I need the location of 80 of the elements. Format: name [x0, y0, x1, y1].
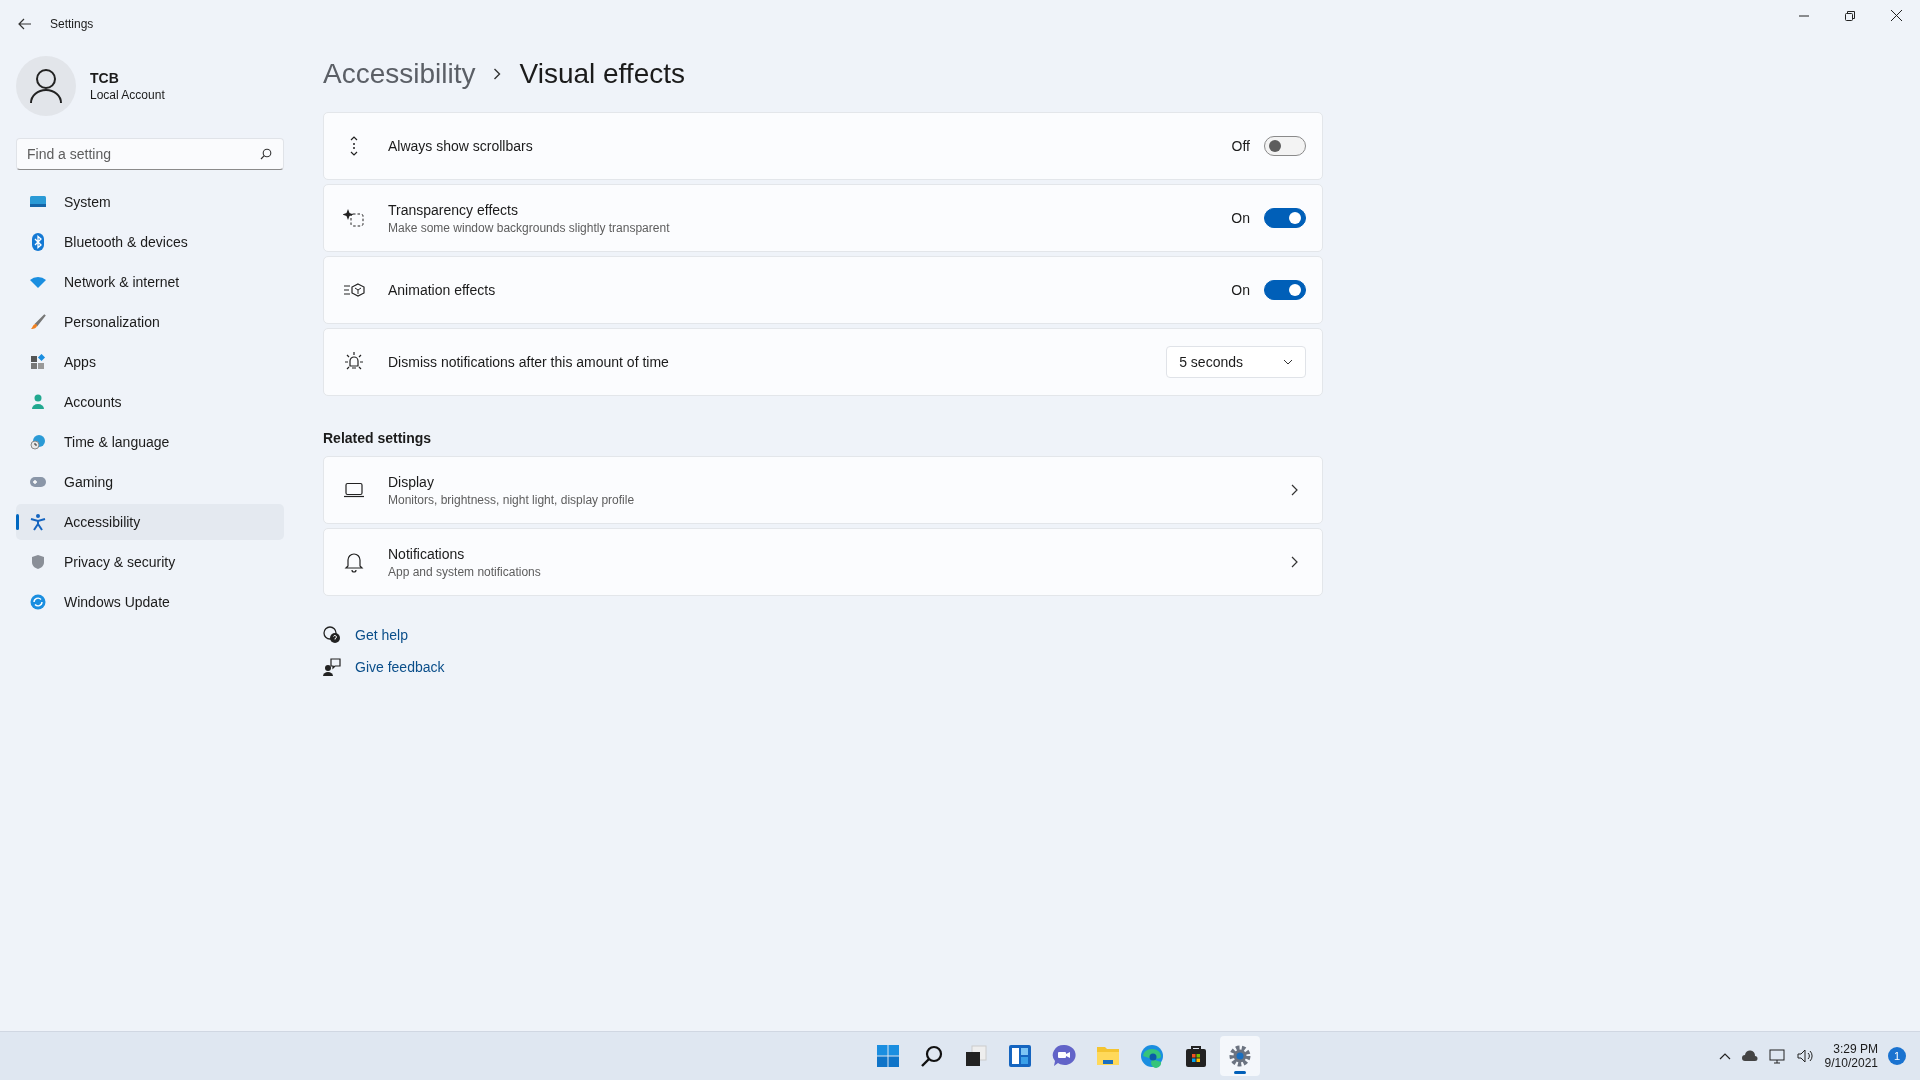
feedback-icon [323, 658, 341, 676]
scroll-arrows-icon [349, 136, 359, 156]
search-field[interactable]: Find a setting [16, 138, 284, 170]
task-view-icon[interactable] [964, 1044, 988, 1068]
chevron-up-icon[interactable] [1718, 1052, 1731, 1060]
notification-badge[interactable]: 1 [1888, 1047, 1906, 1065]
apps-icon [30, 354, 46, 370]
sidebar-item[interactable]: Personalization [16, 304, 284, 340]
sidebar-item[interactable]: Windows Update [16, 584, 284, 620]
toggle-state: Off [1231, 138, 1250, 154]
widgets-icon[interactable] [1008, 1044, 1032, 1068]
transparency-icon [343, 208, 365, 228]
sidebar-item[interactable]: Bluetooth & devices [16, 224, 284, 260]
sidebar-item[interactable]: Network & internet [16, 264, 284, 300]
back-arrow-icon[interactable] [18, 18, 32, 30]
setting-description: Make some window backgrounds slightly transparent [388, 220, 671, 235]
section-heading: Related settings [323, 430, 433, 446]
setting-title: Always show scrollbars [388, 138, 534, 154]
sidebar-item[interactable]: Apps [16, 344, 284, 380]
chevron-right-icon [1291, 556, 1298, 568]
chevron-down-icon [1283, 359, 1293, 365]
sidebar-item[interactable]: Time & language [16, 424, 284, 460]
bell-icon [344, 551, 364, 573]
browser-icon[interactable] [1140, 1044, 1164, 1068]
page-title: Visual effects [519, 58, 685, 90]
help-link[interactable]: Give feedback [355, 659, 445, 675]
setting-title: Display [388, 473, 435, 490]
laptop-icon [343, 482, 365, 498]
sidebar-item[interactable]: System [16, 184, 284, 220]
account-name: TCB [90, 70, 120, 86]
gamepad-icon [29, 476, 47, 488]
monitor-icon[interactable] [1768, 1048, 1787, 1064]
shield-icon [31, 554, 45, 570]
close-icon[interactable] [1891, 10, 1902, 21]
search-icon[interactable] [920, 1044, 944, 1068]
clock-time[interactable]: 3:29 PM [1833, 1042, 1878, 1056]
bluetooth-icon [32, 233, 44, 251]
store-icon[interactable] [1184, 1044, 1208, 1068]
setting-description: Monitors, brightness, night light, display profile [388, 492, 636, 507]
brush-icon [30, 314, 46, 330]
setting-description: App and system notifications [388, 564, 542, 579]
help-link[interactable]: Get help [355, 627, 408, 643]
clock-date[interactable]: 9/10/2021 [1824, 1056, 1878, 1070]
account-type: Local Account [90, 88, 165, 102]
help-icon [323, 626, 341, 644]
toggle-state: On [1231, 210, 1250, 226]
windows-logo-icon[interactable] [876, 1044, 900, 1068]
breadcrumb-link[interactable]: Accessibility [323, 58, 476, 90]
sidebar-item[interactable]: Accessibility [16, 504, 284, 540]
speaker-icon[interactable] [1796, 1049, 1815, 1063]
setting-title: Notifications [388, 545, 466, 562]
update-icon [30, 594, 46, 610]
related-setting[interactable]: Display Monitors, brightness, night light, display profile [323, 456, 1323, 524]
gear-icon[interactable] [1228, 1044, 1252, 1068]
chat-icon[interactable] [1052, 1044, 1076, 1068]
time-dropdown[interactable]: 5 seconds [1166, 346, 1306, 378]
accessibility-icon [30, 513, 46, 531]
folder-icon[interactable] [1096, 1044, 1120, 1068]
chevron-right-icon [493, 68, 502, 80]
search-icon [260, 148, 272, 160]
chevron-right-icon [1291, 484, 1298, 496]
cloud-icon[interactable] [1740, 1050, 1759, 1062]
related-setting[interactable]: Notifications App and system notifications [323, 528, 1323, 596]
toggle-state: On [1231, 282, 1250, 298]
toggle-switch[interactable] [1264, 136, 1306, 156]
globe-clock-icon [30, 434, 46, 450]
sidebar-item[interactable]: Accounts [16, 384, 284, 420]
sidebar-item[interactable]: Gaming [16, 464, 284, 500]
sidebar-item[interactable]: Privacy & security [16, 544, 284, 580]
monitor-icon [29, 195, 47, 209]
toggle-switch[interactable] [1264, 208, 1306, 228]
person-icon [31, 394, 45, 410]
setting-title: Animation effects [388, 282, 497, 298]
wifi-icon [29, 275, 47, 289]
setting-title: Transparency effects [388, 201, 519, 218]
toggle-switch[interactable] [1264, 280, 1306, 300]
window-title: Settings [50, 17, 94, 31]
animation-icon [343, 283, 365, 297]
restore-icon[interactable] [1845, 10, 1855, 21]
setting-title: Dismiss notifications after this amount of time [388, 354, 670, 370]
